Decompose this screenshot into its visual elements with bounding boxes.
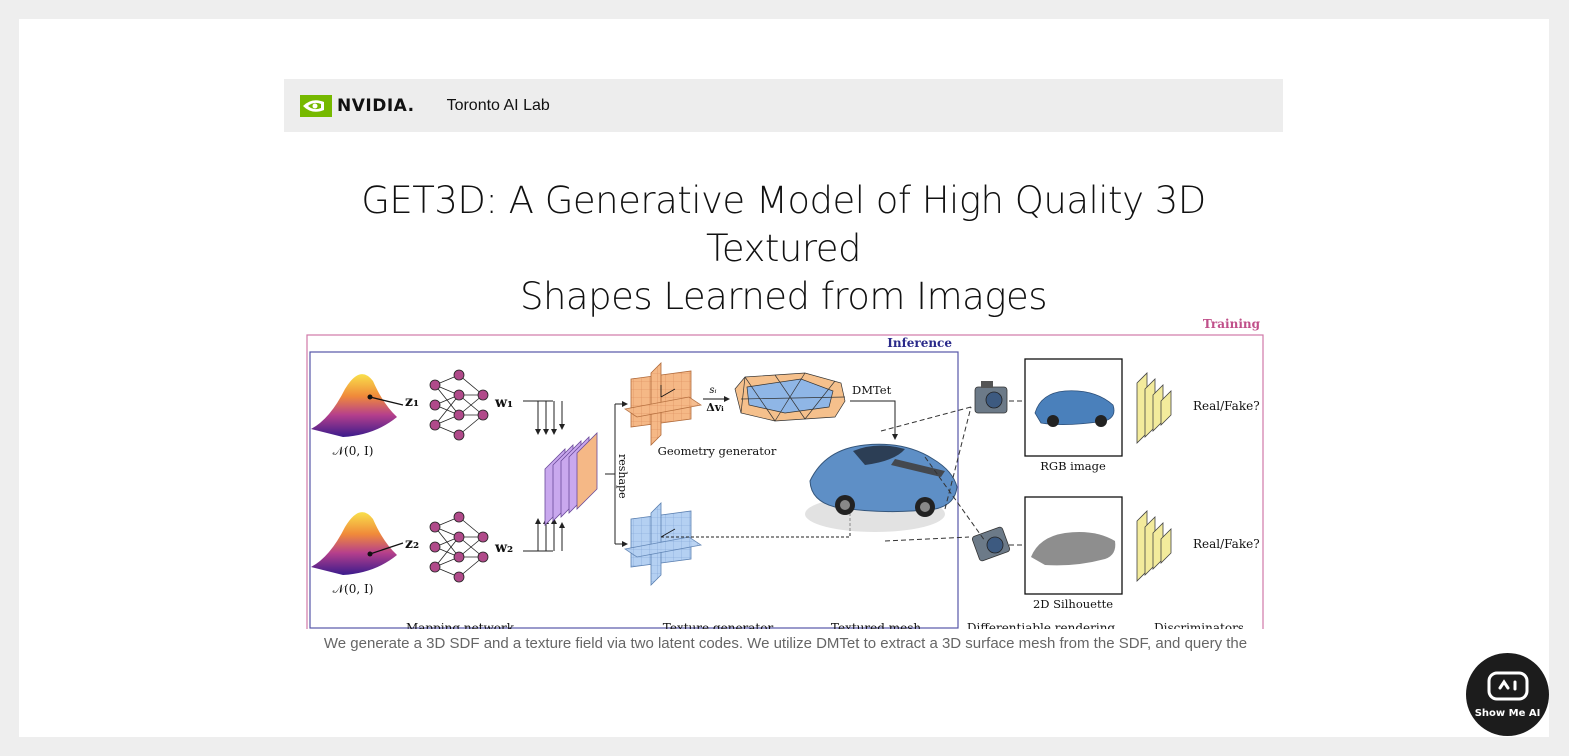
reshape-label: reshape [616, 454, 629, 499]
gaussian-surface-2 [311, 512, 397, 575]
z2-label: z₂ [405, 536, 419, 552]
feature-volume [544, 432, 598, 526]
w1-label: w₁ [494, 395, 513, 411]
camera-icon-bottom [971, 526, 1011, 562]
texture-triplane [623, 502, 703, 586]
silhouette-label: 2D Silhouette [1033, 597, 1113, 611]
training-label: Training [1203, 317, 1261, 331]
normal-dist-label-2: 𝒩(0, I) [333, 582, 374, 596]
show-me-ai-button[interactable]: Show Me AI [1466, 653, 1549, 736]
title-line-1: GET3D: A Generative Model of High Qualit… [361, 179, 1206, 270]
paper-title: GET3D: A Generative Model of High Qualit… [284, 177, 1283, 321]
nvidia-eye-icon [300, 94, 332, 117]
geometry-triplane [623, 362, 703, 446]
top-navbar: NVIDIA. Toronto AI Lab [284, 79, 1283, 132]
dmtet-mesh [734, 372, 846, 422]
w2-label: w₂ [494, 540, 513, 556]
si-label: sᵢ [709, 385, 716, 396]
robot-icon [1487, 671, 1528, 701]
discriminators-label: Discriminators [1154, 621, 1244, 629]
mapping-network-2 [429, 511, 489, 583]
z1-label: z₁ [405, 394, 419, 410]
camera-icon-top [974, 381, 1008, 414]
real-fake-label-1: Real/Fake? [1193, 399, 1260, 413]
differentiable-rendering-label: Differentiable rendering [967, 621, 1116, 629]
textured-mesh-label: Textured mesh [831, 621, 921, 629]
normal-dist-label-1: 𝒩(0, I) [333, 444, 374, 458]
gaussian-surface-1 [311, 374, 397, 437]
discriminator-2 [1136, 510, 1172, 582]
dmtet-arrow [850, 400, 898, 440]
figure-caption: We generate a 3D SDF and a texture field… [323, 635, 1248, 652]
discriminator-1 [1136, 372, 1172, 444]
lab-name[interactable]: Toronto AI Lab [447, 97, 550, 115]
page-container: NVIDIA. Toronto AI Lab GET3D: A Generati… [19, 19, 1549, 737]
show-me-ai-label: Show Me AI [1474, 708, 1541, 719]
nvidia-logo[interactable]: NVIDIA. [300, 94, 415, 117]
real-fake-label-2: Real/Fake? [1193, 537, 1260, 551]
nvidia-wordmark: NVIDIA. [337, 95, 415, 116]
pipeline-figure: Training Inference 𝒩(0, I) 𝒩(0, I) z₁ z₂… [306, 317, 1264, 629]
inference-label: Inference [887, 336, 952, 350]
mapping-network-label: Mapping network [406, 621, 515, 629]
rgb-image-label: RGB image [1040, 459, 1106, 473]
delta-v-label: Δvᵢ [706, 401, 724, 414]
geometry-generator-label: Geometry generator [658, 444, 777, 458]
texture-generator-label: Texture generator [663, 621, 774, 629]
textured-car-mesh [805, 443, 958, 532]
dmtet-label: DMTet [852, 383, 892, 397]
mapping-network-1 [429, 369, 489, 441]
